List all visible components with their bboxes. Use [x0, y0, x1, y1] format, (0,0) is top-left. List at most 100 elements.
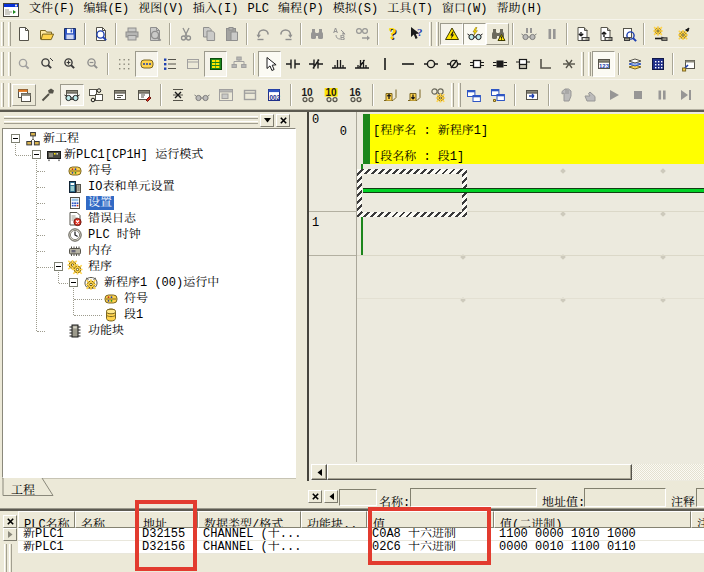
instruction-3-button[interactable] — [511, 51, 534, 77]
tree-item-new-plc1[interactable]: 新PLC1[CP1H] 运行模式 — [3, 147, 295, 163]
tree-item-io-table[interactable]: IO表和单元设置 — [3, 179, 295, 195]
differential-monitor-button[interactable] — [486, 23, 509, 45]
compile-check-button[interactable] — [89, 23, 112, 45]
transfer-program-button[interactable] — [648, 23, 671, 45]
menu-tools[interactable]: 工具(T) — [382, 2, 437, 17]
menu-program[interactable]: 编程(P) — [273, 2, 328, 17]
tree-item-memory[interactable]: 内存 — [3, 243, 295, 259]
tree-expander-minus[interactable] — [11, 134, 20, 143]
watch-close-button[interactable] — [3, 515, 17, 528]
tree-item-programs[interactable]: 程序 — [3, 259, 295, 275]
tree-item-settings[interactable]: 设置 — [3, 195, 295, 211]
menu-view[interactable]: 视图(V) — [133, 2, 188, 17]
new-file-button[interactable] — [12, 23, 35, 45]
scrollbar-thumb[interactable] — [327, 464, 632, 480]
coil-nc-button[interactable] — [442, 51, 465, 77]
tree-expander-minus[interactable] — [69, 278, 78, 287]
scroll-left-button[interactable] — [311, 464, 327, 480]
tree-expander-minus[interactable] — [54, 262, 63, 271]
zoom-select-button[interactable] — [35, 51, 58, 77]
comment-list-button[interactable] — [158, 51, 181, 77]
instruction-button[interactable] — [465, 51, 488, 77]
watch-column-header[interactable]: 注... — [691, 511, 704, 528]
menu-window[interactable]: 窗口(W) — [437, 2, 492, 17]
context-help-button[interactable]: ? — [405, 23, 428, 45]
watch-column-header[interactable]: 功能块.. — [301, 511, 367, 528]
rung-down-button[interactable] — [402, 84, 426, 106]
inspector-collapse-button[interactable] — [324, 490, 338, 503]
work-online-button[interactable] — [440, 23, 463, 45]
tree-item-new-program1[interactable]: 新程序1 (00)运行中 — [3, 275, 295, 291]
transfer-to-plc-button[interactable] — [571, 23, 594, 45]
select-mode-button[interactable] — [258, 51, 281, 77]
window-arrow-button[interactable] — [520, 84, 544, 106]
watch-window-button[interactable] — [60, 84, 84, 106]
rung-up-button[interactable] — [378, 84, 402, 106]
online-edit-button[interactable] — [671, 23, 694, 45]
monitor-button[interactable] — [463, 23, 486, 45]
io-grid-button[interactable] — [646, 51, 669, 77]
contact-or-nc-button[interactable] — [350, 51, 373, 77]
window-link-button[interactable] — [462, 84, 486, 106]
ladder-grid[interactable]: [程序名 : 新程序1] [段名称 : 段1] — [357, 112, 704, 481]
symbol-display-button[interactable] — [135, 51, 158, 77]
window-sync-button[interactable] — [486, 84, 510, 106]
find-transfer-button[interactable] — [426, 84, 450, 106]
watch-sheet-button[interactable]: 002 — [262, 84, 286, 106]
address-display-button[interactable]: 123 — [592, 51, 615, 77]
signed-decimal-monitor-button[interactable]: 10 — [320, 84, 344, 106]
toolbar-grip[interactable] — [581, 52, 591, 76]
watch-expand-button[interactable] — [3, 528, 17, 541]
watch-column-header[interactable]: 数据类型/格式 — [198, 511, 301, 528]
cross-reference-button[interactable] — [84, 84, 108, 106]
watch-row[interactable]: 新PLC1D32155CHANNEL (十...C0A8 十六进制1100 00… — [18, 528, 704, 541]
decimal-monitor-button[interactable]: 10 — [296, 84, 320, 106]
tab-project[interactable]: 工程 — [2, 478, 102, 497]
tools-button[interactable] — [36, 84, 60, 106]
tree-item-plc-clock[interactable]: PLC 时钟 — [3, 227, 295, 243]
tree-item-new-project[interactable]: 新工程 — [3, 131, 295, 147]
grid-toggle-button[interactable] — [112, 51, 135, 77]
address-reference-button[interactable] — [166, 84, 190, 106]
scrollbar-track[interactable] — [632, 464, 704, 480]
zoom-in-button[interactable] — [58, 51, 81, 77]
save-button[interactable] — [58, 23, 81, 45]
line-delete-button[interactable] — [557, 51, 580, 77]
tree-expander-minus[interactable] — [32, 150, 41, 159]
menu-insert[interactable]: 插入(I) — [188, 2, 243, 17]
hex-monitor-button[interactable]: 16 — [344, 84, 368, 106]
watch-drag-handle[interactable] — [9, 544, 12, 572]
watch-row[interactable]: 新PLC1D32156CHANNEL (十...02C6 十六进制0000 00… — [18, 541, 704, 554]
tree-item-section1[interactable]: 段1 — [3, 307, 295, 323]
compare-with-plc-button[interactable] — [617, 23, 640, 45]
instruction-2-button[interactable] — [488, 51, 511, 77]
pin-window-button[interactable] — [677, 51, 700, 77]
toolbar-grip[interactable] — [1, 52, 11, 76]
output-window-button[interactable] — [108, 84, 132, 106]
contact-or-no-button[interactable] — [327, 51, 350, 77]
toolbar-grip[interactable] — [451, 83, 461, 107]
watch-column-header[interactable]: PLC名称 — [18, 511, 75, 528]
help-button[interactable]: ?? — [382, 23, 405, 45]
horizontal-line-button[interactable] — [396, 51, 419, 77]
toolbar-grip[interactable] — [1, 83, 11, 107]
line-connect-button[interactable] — [534, 51, 557, 77]
workspace-close-button[interactable] — [276, 114, 290, 127]
toolbar-grip[interactable] — [429, 22, 439, 46]
menu-simulation[interactable]: 模拟(S) — [328, 2, 383, 17]
workspace-menu-button[interactable] — [260, 114, 274, 127]
coil-button[interactable] — [419, 51, 442, 77]
section-display-button[interactable] — [204, 51, 227, 77]
menu-plc[interactable]: PLC — [242, 2, 273, 17]
cascade-windows-button[interactable] — [12, 84, 36, 106]
watch-column-header[interactable]: 名称 — [75, 511, 137, 528]
open-file-button[interactable] — [35, 23, 58, 45]
tree-item-error-log[interactable]: 错误日志 — [3, 211, 295, 227]
ladder-cursor[interactable] — [357, 169, 467, 217]
menu-help[interactable]: 帮助(H) — [491, 2, 546, 17]
tree-item-symbols[interactable]: 符号 — [3, 163, 295, 179]
workspace-drag-handle[interactable] — [4, 116, 258, 119]
contact-no-button[interactable] — [281, 51, 304, 77]
watch-drag-handle[interactable] — [4, 544, 7, 572]
properties-button[interactable] — [132, 84, 156, 106]
